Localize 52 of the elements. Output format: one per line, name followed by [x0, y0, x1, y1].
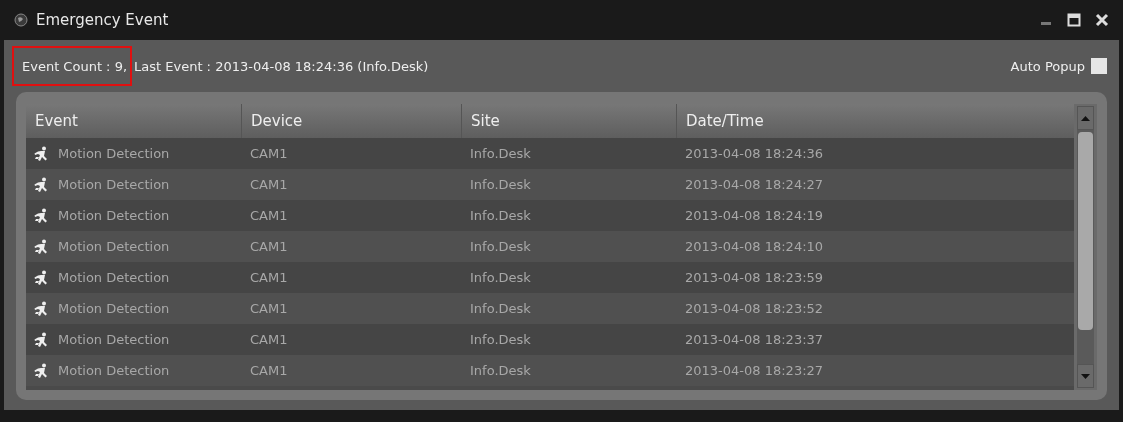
table-cell-text: Info.Desk: [469, 269, 532, 287]
event-count: Event Count : 9,: [12, 46, 133, 86]
table-cell: Motion Detection: [58, 363, 170, 378]
table-cell-text: 2013-04-08 18:23:37: [684, 331, 825, 349]
table-cell-text: 2013-04-08 18:23:27: [684, 362, 825, 380]
table-cell-text: CAM1: [249, 238, 289, 256]
table-cell-text: 2013-04-08 18:23:59: [684, 269, 825, 287]
maximize-icon[interactable]: [1067, 13, 1081, 27]
running-man-icon: [33, 362, 49, 379]
running-man-icon: [33, 145, 49, 162]
table-cell-text: Info.Desk: [469, 176, 532, 194]
running-man-icon: [33, 269, 49, 286]
table-cell: Motion Detection: [58, 177, 170, 192]
table-cell-text: CAM1: [249, 362, 289, 380]
running-man-icon: [33, 207, 49, 224]
table-cell-text: Info.Desk: [469, 331, 532, 349]
table-cell: Motion Detection: [58, 146, 170, 161]
window-title: Emergency Event: [36, 11, 169, 29]
table-cell: Motion Detection: [58, 270, 170, 285]
scrollbar[interactable]: [1074, 104, 1097, 390]
running-man-icon: [33, 331, 49, 348]
table-cell: Motion Detection: [58, 332, 170, 347]
table-cell-text: CAM1: [249, 145, 289, 163]
table-cell-text: 2013-04-08 18:23:52: [684, 300, 825, 318]
close-icon[interactable]: [1095, 13, 1109, 27]
running-man-icon: [33, 238, 49, 255]
running-man-icon: [33, 176, 49, 193]
scroll-down-icon[interactable]: [1077, 364, 1094, 388]
auto-popup-checkbox[interactable]: [1091, 58, 1107, 74]
table-cell-text: CAM1: [249, 300, 289, 318]
scrollbar-thumb[interactable]: [1078, 132, 1093, 330]
table-cell-text: CAM1: [249, 331, 289, 349]
table-cell-text: Info.Desk: [469, 300, 532, 318]
table-cell: Motion Detection: [58, 239, 170, 254]
table-cell: Motion Detection: [58, 208, 170, 223]
table-cell: Motion Detection: [58, 301, 170, 316]
table-cell-text: CAM1: [249, 269, 289, 287]
table-cell-text: 2013-04-08 18:24:10: [684, 238, 825, 256]
table-cell-text: 2013-04-08 18:24:19: [684, 207, 825, 225]
column-header[interactable]: Event: [26, 104, 241, 138]
table-cell-text: Info.Desk: [469, 238, 532, 256]
table-cell-text: Info.Desk: [469, 145, 532, 163]
scroll-up-icon[interactable]: [1077, 106, 1094, 130]
table-cell-text: 2013-04-08 18:24:27: [684, 176, 825, 194]
table-cell-text: Info.Desk: [469, 207, 532, 225]
running-man-icon: [33, 300, 49, 317]
table-cell-text: 2013-04-08 18:24:36: [684, 145, 825, 163]
table-cell-text: CAM1: [249, 176, 289, 194]
table-cell-text: Info.Desk: [469, 362, 532, 380]
auto-popup-label: Auto Popup: [1010, 58, 1085, 74]
table-cell-text: CAM1: [249, 207, 289, 225]
last-event: Last Event : 2013-04-08 18:24:36 (Info.Desk): [134, 58, 429, 74]
